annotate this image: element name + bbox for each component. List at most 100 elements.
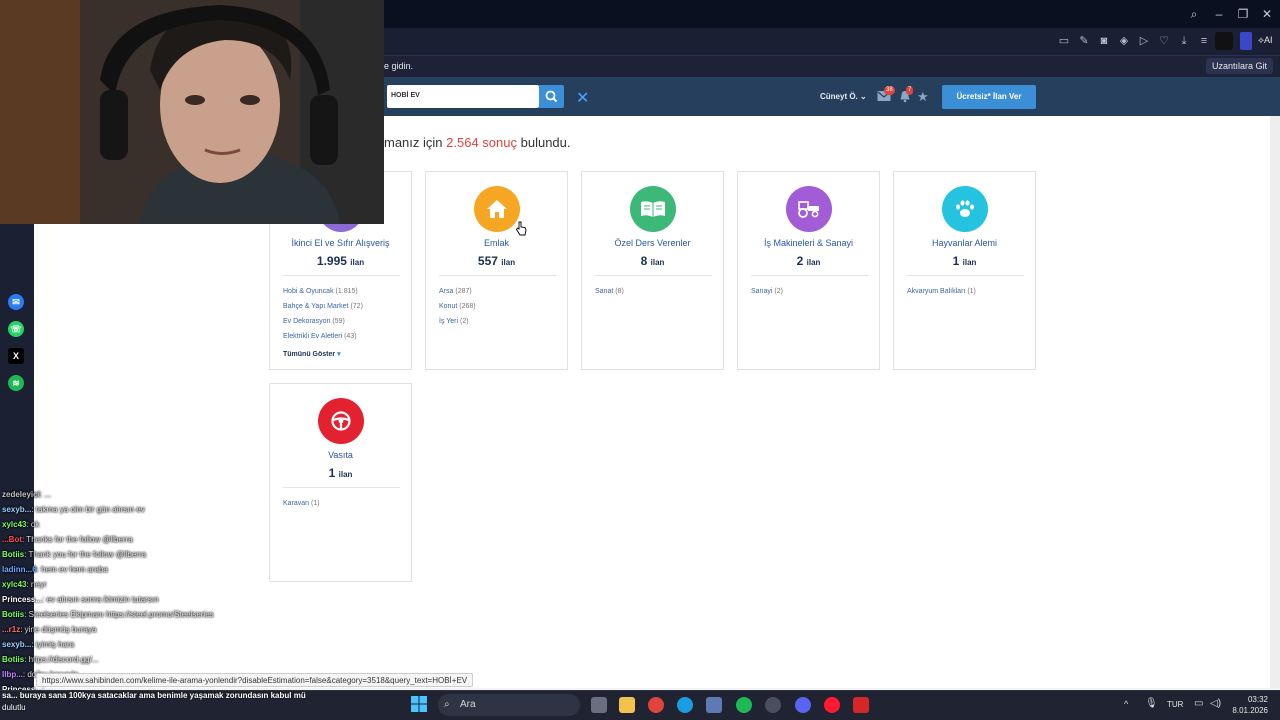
chat-overlay: zedeleyici: ... sexyb...: takma ya olm b… [2, 487, 302, 697]
menu-icon[interactable]: ≡ [1197, 34, 1211, 48]
taskbar-search[interactable]: ⌕ Ara [438, 694, 580, 716]
sidebar-toggle-icon[interactable] [1240, 32, 1252, 50]
x-icon[interactable]: X [8, 348, 24, 364]
category-name[interactable]: Özel Ders Verenler [582, 238, 723, 248]
clock[interactable]: 03:32 8.01.2026 [1224, 694, 1268, 716]
windows-start-icon[interactable] [411, 696, 427, 712]
result-count: 2.564 sonuç [446, 135, 517, 150]
avatar[interactable] [1215, 32, 1233, 50]
subcategory-link[interactable]: Bahçe & Yapı Market (72) [283, 303, 363, 310]
close-window-button[interactable]: ✕ [1259, 6, 1275, 22]
subcategory-link[interactable]: Hobi & Oyuncak (1.815) [283, 288, 358, 295]
file-explorer-icon[interactable] [619, 697, 635, 713]
post-listing-button[interactable]: Ücretsiz* İlan Ver [942, 85, 1036, 109]
edge-icon[interactable] [677, 697, 693, 713]
reader-icon[interactable]: ▭ [1057, 34, 1071, 48]
chat-message: ...Bot: Thanks for the follow @llberra [2, 532, 302, 547]
clock-time: 03:32 [1247, 695, 1268, 704]
search-icon: ⌕ [444, 699, 450, 710]
network-icon[interactable]: ▭ [1194, 698, 1203, 709]
spotify-icon[interactable] [736, 697, 752, 713]
show-all-link[interactable]: Tümünü Göster ▾ [283, 350, 341, 358]
category-name[interactable]: Vasıta [270, 450, 411, 460]
chat-text: : ok [26, 520, 40, 529]
category-count: 1 ilan [270, 466, 411, 480]
divider [283, 275, 400, 276]
subcategory-link[interactable]: Konut (268) [439, 303, 476, 310]
category-card[interactable]: Özel Ders Verenler 8 ilan Sanat (8) [581, 171, 724, 370]
heart-icon[interactable]: ♡ [1157, 34, 1171, 48]
category-name[interactable]: Emlak [426, 238, 567, 248]
subcategory-label: Arsa [439, 288, 454, 295]
chat-user: sexyb... [2, 505, 32, 514]
category-name[interactable]: Hayvanlar Alemi [894, 238, 1035, 248]
subcategory-label: Bahçe & Yapı Market [283, 303, 349, 310]
discord-icon[interactable] [795, 697, 811, 713]
edit-icon[interactable]: ✎ [1077, 34, 1091, 48]
clock-date: 8.01.2026 [1232, 706, 1268, 715]
subcategory-link[interactable]: Arsa (287) [439, 288, 472, 295]
star-icon[interactable]: ★ [917, 89, 929, 105]
search-icon [545, 90, 558, 103]
shield-icon[interactable]: ◈ [1117, 34, 1131, 48]
subcategory-label: Ev Dekorasyon [283, 318, 331, 325]
chat-text: : takma ya olm bir gün alırsın ev [31, 505, 145, 514]
chat-text: : ev alırsın sonra ikimizin tutarsın [42, 595, 159, 604]
search-button[interactable] [539, 85, 564, 108]
app-icon[interactable] [765, 697, 781, 713]
subcategory-label: Hobi & Oyuncak [283, 288, 334, 295]
subcategory-link[interactable]: Sanat (8) [595, 288, 624, 295]
divider [907, 275, 1024, 276]
result-prefix: manız için [384, 135, 443, 150]
category-card[interactable]: Emlak 557 ilan Arsa (287) Konut (268) İş… [425, 171, 568, 370]
subcategory-count: (8) [615, 288, 624, 295]
subcategory-link[interactable]: Ev Dekorasyon (59) [283, 318, 345, 325]
whatsapp-icon[interactable]: ☏ [8, 321, 24, 337]
play-icon[interactable]: ▷ [1137, 34, 1151, 48]
category-name[interactable]: İş Makineleri & Sanayi [738, 238, 879, 248]
count-unit: ilan [350, 258, 365, 267]
chrome-icon[interactable] [648, 697, 664, 713]
steam-icon[interactable] [706, 697, 722, 713]
chat-message: xylc43: neyr [2, 577, 302, 592]
minimize-button[interactable]: – [1211, 6, 1227, 22]
messenger-icon[interactable]: ✉ [8, 294, 24, 310]
app-icon[interactable] [853, 697, 869, 713]
subcategory-label: Elektrikli Ev Aletleri [283, 333, 343, 340]
category-name[interactable]: İkinci El ve Sıfır Alışveriş [270, 238, 411, 248]
user-menu[interactable]: Cüneyt Ö. ⌄ [820, 92, 867, 101]
opera-icon[interactable] [824, 697, 840, 713]
camera-icon[interactable]: ◙ [1097, 34, 1111, 48]
subcategory-count: (287) [455, 288, 472, 295]
chat-message: Botiis: https://discord.gg/... [2, 652, 302, 667]
subcategory-link[interactable]: Akvaryum Balıkları (1) [907, 288, 976, 295]
extensions-button[interactable]: Uzantılara Git [1206, 58, 1274, 74]
microphone-icon[interactable]: 🎙︎ [1145, 698, 1158, 709]
ai-button[interactable]: ⟡AI [1258, 35, 1272, 46]
task-view-icon[interactable] [591, 697, 607, 713]
subcategory-link[interactable]: Sanayi (2) [751, 288, 783, 295]
download-icon[interactable]: ⤓ [1177, 34, 1191, 48]
clear-search-icon[interactable]: ✕ [576, 88, 590, 107]
maximize-button[interactable]: ❐ [1235, 6, 1251, 22]
chat-message: ladinn...6: hem ev hem araba [2, 562, 302, 577]
subcategory-count: (268) [459, 303, 476, 310]
chevron-up-icon[interactable]: ^ [1124, 699, 1128, 709]
count-value: 1 [952, 254, 960, 268]
chat-message: sexyb...: takma ya olm bir gün alırsın e… [2, 502, 302, 517]
subcategory-link[interactable]: İş Yeri (2) [439, 318, 469, 325]
category-card[interactable]: İş Makineleri & Sanayi 2 ilan Sanayi (2) [737, 171, 880, 370]
scrollbar[interactable] [1270, 116, 1280, 688]
chat-message: sexyb...: iyimiş hara [2, 637, 302, 652]
language-indicator[interactable]: TUR [1167, 700, 1183, 709]
subcategory-link[interactable]: Elektrikli Ev Aletleri (43) [283, 333, 357, 340]
chat-user: Botiis [2, 550, 25, 559]
category-card[interactable]: Hayvanlar Alemi 1 ilan Akvaryum Balıklar… [893, 171, 1036, 370]
subcategory-count: (2) [460, 318, 469, 325]
search-icon[interactable]: ⌕ [1186, 6, 1202, 22]
volume-icon[interactable]: ◁) [1210, 698, 1221, 709]
category-count: 1 ilan [894, 254, 1035, 268]
search-input[interactable]: HOBİ EV [387, 85, 539, 108]
overlay-line: dulutlu [2, 703, 26, 712]
spotify-icon[interactable]: ≋ [8, 375, 24, 391]
